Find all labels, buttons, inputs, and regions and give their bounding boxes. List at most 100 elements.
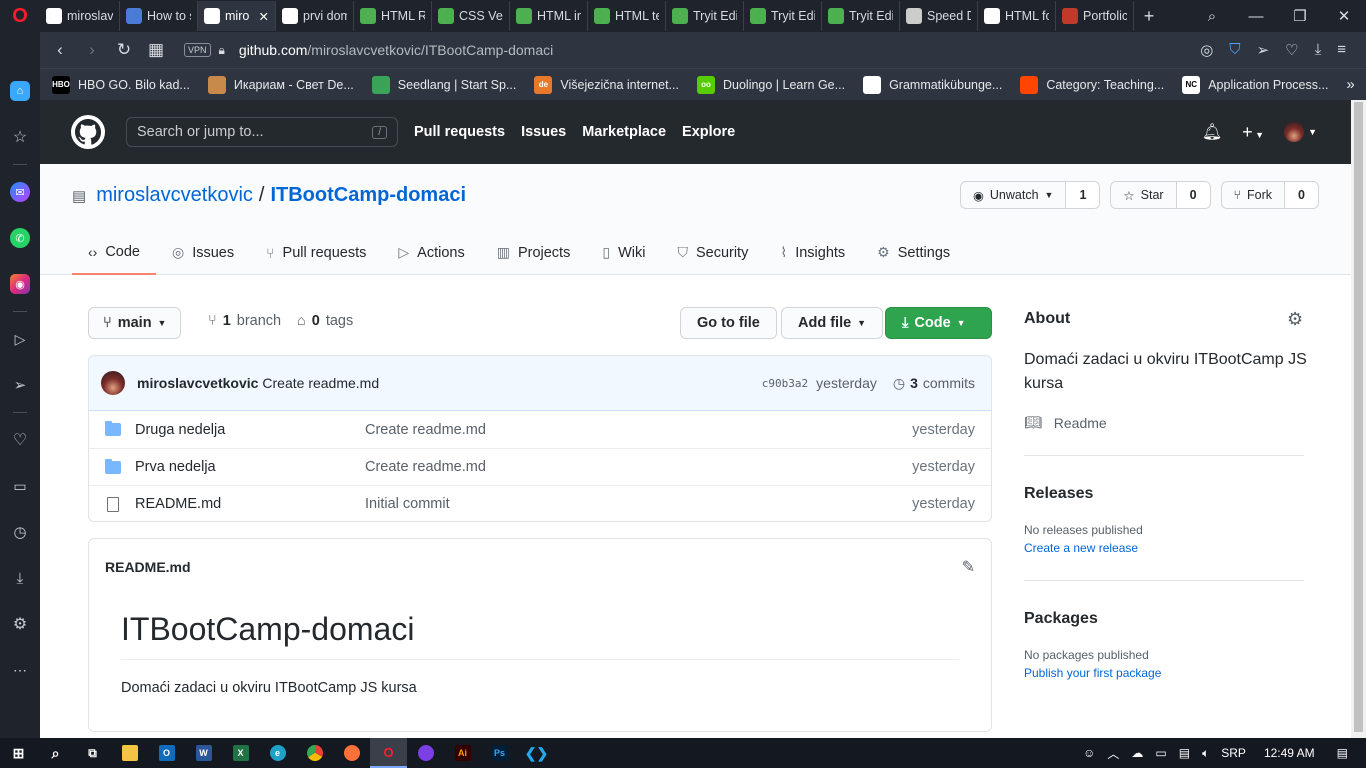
tab-pull-requests[interactable]: ⑂ Pull requests xyxy=(250,230,382,275)
tab-actions[interactable]: ▷ Actions xyxy=(382,230,480,275)
whatsapp-icon[interactable]: ✆ xyxy=(0,215,40,261)
onedrive-icon[interactable]: ☁ xyxy=(1131,746,1143,760)
bookmark-item[interactable]: oo Duolingo | Learn Ge... xyxy=(696,75,845,94)
scrollbar-thumb[interactable] xyxy=(1354,102,1363,732)
tab-code[interactable]: ‹› Code xyxy=(72,230,156,275)
packages-title[interactable]: Packages xyxy=(1024,610,1098,628)
go-to-file-button[interactable]: Go to file xyxy=(680,307,777,339)
commit-author[interactable]: miroslavcvetkovic xyxy=(137,375,258,391)
more-icon[interactable]: ⋯ xyxy=(0,647,40,693)
browser-tab[interactable]: CSS Vert xyxy=(432,1,510,31)
forward-icon[interactable]: › xyxy=(76,40,108,60)
minimize-button[interactable]: — xyxy=(1234,8,1278,25)
branches-link[interactable]: ⑂ 1 branch xyxy=(208,313,281,329)
shield-icon[interactable]: ⛉ xyxy=(1229,41,1240,59)
tab-issues[interactable]: ◎ Issues xyxy=(156,230,250,275)
bookmark-item[interactable]: HBO HBO GO. Bilo kad... xyxy=(52,75,190,94)
branch-selector-button[interactable]: ⑂ main ▼ xyxy=(88,307,182,339)
downloads-icon[interactable]: ⤓ xyxy=(0,555,40,601)
instagram-icon[interactable]: ◉ xyxy=(0,261,40,307)
app-icon[interactable] xyxy=(407,738,444,768)
create-new-dropdown[interactable]: + ▼ xyxy=(1242,122,1264,143)
browser-tab[interactable]: HTML in xyxy=(510,1,588,31)
star-button[interactable]: ☆ Star xyxy=(1111,182,1175,208)
back-icon[interactable]: ‹ xyxy=(44,40,76,60)
reload-icon[interactable]: ↻ xyxy=(108,40,140,60)
settings-icon[interactable]: ⚙ xyxy=(0,601,40,647)
nav-marketplace[interactable]: Marketplace xyxy=(582,124,666,140)
commits-link[interactable]: ◷ 3 commits xyxy=(893,375,975,392)
browser-tab[interactable]: Tryit Edit xyxy=(744,1,822,31)
repo-name-link[interactable]: ITBootCamp-domaci xyxy=(270,184,466,207)
network-icon[interactable]: ▤ xyxy=(1179,746,1190,760)
excel-icon[interactable]: X xyxy=(222,738,259,768)
repo-owner-link[interactable]: miroslavcvetkovic xyxy=(96,184,253,207)
restore-button[interactable]: ❐ xyxy=(1278,7,1322,25)
browser-tab[interactable]: Speed D xyxy=(900,1,978,31)
action-center-icon[interactable]: ▤ xyxy=(1337,746,1348,760)
menu-icon[interactable]: ≡ xyxy=(1337,41,1346,59)
url-field[interactable]: github.com/miroslavcvetkovic/ITBootCamp-… xyxy=(239,42,553,58)
bookmark-item[interactable]: Икариам - Свет De... xyxy=(207,75,354,94)
windows-start-icon[interactable]: ⊞ xyxy=(0,738,37,768)
sidebar-heart-icon[interactable]: ♡ xyxy=(0,417,40,463)
opera-logo-icon[interactable]: O xyxy=(0,0,40,32)
send-icon[interactable]: ➢ xyxy=(1257,41,1270,59)
tab-search-icon[interactable]: ⌕ xyxy=(1190,8,1234,25)
create-release-link[interactable]: Create a new release xyxy=(1024,541,1138,555)
stars-count[interactable]: 0 xyxy=(1175,182,1210,208)
edit-pencil-icon[interactable]: ✎ xyxy=(962,557,975,577)
bookmark-item[interactable]: de Višejezična internet... xyxy=(534,75,679,94)
readme-link[interactable]: 📖︎ Readme xyxy=(1024,414,1107,431)
tags-link[interactable]: ⌂ 0 tags xyxy=(297,313,353,329)
history-icon[interactable]: ◷ xyxy=(0,509,40,555)
nav-issues[interactable]: Issues xyxy=(521,124,566,140)
tab-security[interactable]: ⛉ Security xyxy=(661,230,764,275)
word-icon[interactable]: W xyxy=(185,738,222,768)
taskbar-search-icon[interactable]: ⌕ xyxy=(37,738,74,768)
flow-icon[interactable]: ➢ xyxy=(0,362,40,408)
browser-tab[interactable]: miro ✕ xyxy=(198,1,276,31)
releases-title[interactable]: Releases xyxy=(1024,485,1093,503)
file-commit-message[interactable]: Create readme.md xyxy=(365,459,785,475)
volume-icon[interactable]: 🔈︎ xyxy=(1202,746,1209,761)
code-download-button[interactable]: ⤓ Code ▼ xyxy=(885,307,992,339)
clock[interactable]: 12:49 AM xyxy=(1264,746,1315,760)
github-logo-icon[interactable] xyxy=(71,115,105,149)
browser-tab[interactable]: Portfolic xyxy=(1056,1,1134,31)
illustrator-icon[interactable]: Ai xyxy=(444,738,481,768)
photoshop-icon[interactable]: Ps xyxy=(481,738,518,768)
bookmarks-icon[interactable]: ☆ xyxy=(0,114,40,160)
tabs-icon[interactable]: ▭ xyxy=(0,463,40,509)
heart-icon[interactable]: ♡ xyxy=(1285,41,1298,59)
page-scrollbar[interactable] xyxy=(1351,100,1366,738)
tab-insights[interactable]: ⌇ Insights xyxy=(764,230,861,275)
commit-sha[interactable]: c90b3a2 xyxy=(762,377,808,390)
player-icon[interactable]: ▷ xyxy=(0,316,40,362)
tab-wiki[interactable]: ▯ Wiki xyxy=(586,230,661,275)
tab-projects[interactable]: ▥ Projects xyxy=(481,230,587,275)
browser-tab[interactable]: prvi dom xyxy=(276,1,354,31)
file-commit-message[interactable]: Initial commit xyxy=(365,496,785,512)
bookmarks-overflow-icon[interactable]: » xyxy=(1346,76,1354,93)
browser-tab[interactable]: How to s xyxy=(120,1,198,31)
file-commit-message[interactable]: Create readme.md xyxy=(365,422,785,438)
bookmark-item[interactable]: Category: Teaching... xyxy=(1020,75,1164,94)
browser-tab[interactable]: HTML te xyxy=(588,1,666,31)
vscode-icon[interactable]: ❮❯ xyxy=(518,738,555,768)
tabs-grid-icon[interactable]: ▦ xyxy=(140,40,172,60)
bookmark-item[interactable]: Grammatikübunge... xyxy=(863,75,1002,94)
file-name-link[interactable]: README.md xyxy=(135,496,221,512)
unwatch-button[interactable]: ◉ Unwatch ▼ xyxy=(961,182,1065,208)
commit-author-avatar[interactable] xyxy=(101,371,125,395)
download-icon[interactable]: ⤓ xyxy=(1315,41,1322,59)
browser-tab[interactable]: miroslav xyxy=(40,1,120,31)
user-menu[interactable]: ▼ xyxy=(1284,122,1317,142)
notifications-bell-icon[interactable]: 🔔︎ xyxy=(1202,122,1222,142)
commit-message[interactable]: Create readme.md xyxy=(262,375,379,391)
tab-settings[interactable]: ⚙ Settings xyxy=(861,230,966,275)
battery-icon[interactable]: ▭ xyxy=(1155,746,1166,760)
file-explorer-icon[interactable] xyxy=(111,738,148,768)
chrome-icon[interactable] xyxy=(296,738,333,768)
home-icon[interactable]: ⌂ xyxy=(0,68,40,114)
